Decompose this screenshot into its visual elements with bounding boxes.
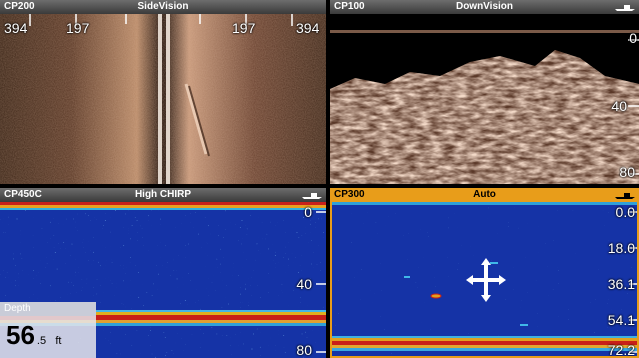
range-label-left-near: 197 [66, 20, 90, 36]
mode-label: Auto [473, 189, 496, 200]
pane-header: CP450C High CHIRP [0, 188, 326, 202]
crosshair-cursor-icon[interactable] [466, 258, 506, 302]
depth-integer: 56 [6, 320, 35, 350]
depth-scale-0: 0 [304, 204, 312, 220]
depth-databox[interactable]: Depth 56.5 ft [0, 302, 96, 358]
mode-label: SideVision [137, 1, 189, 12]
sidevision-pane[interactable]: CP200 SideVision 394 197 197 394 [0, 0, 326, 184]
auto-sonar-pane[interactable]: CP300 Auto 0.0 18.0 36.1 54.1 72.2 [330, 188, 639, 358]
depth-scale-80: 80 [619, 164, 635, 180]
depth-unit: ft [55, 335, 62, 347]
depth-decimal: .5 [36, 335, 47, 347]
depth-scale-72: 72.2 [607, 342, 635, 358]
depth-scale-0: 0.0 [615, 204, 635, 220]
depth-label: Depth [0, 302, 96, 316]
depth-scale-40: 40 [296, 276, 312, 292]
pane-header: CP100 DownVision [330, 0, 639, 14]
depth-scale-0: 0 [629, 30, 637, 46]
pane-header-active: CP300 Auto [330, 188, 639, 202]
depth-scale-36: 36.1 [607, 276, 635, 292]
sidevision-image: 394 197 197 394 [0, 14, 326, 184]
auto-sonar-image: 0.0 18.0 36.1 54.1 72.2 [330, 202, 639, 358]
range-label-right-far: 394 [296, 20, 320, 36]
boat-icon [615, 193, 635, 199]
boat-icon [302, 193, 322, 199]
chirp-sonar-image: 0 40 80 Depth 56.5 ft [0, 202, 326, 358]
mode-label: DownVision [455, 1, 514, 12]
range-label-right-near: 197 [232, 20, 256, 36]
fishfinder-screen: CP200 SideVision 394 197 197 394 CP100 D… [0, 0, 639, 358]
depth-scale-54: 54.1 [607, 312, 635, 328]
downvision-pane[interactable]: CP100 DownVision 0 40 80 [330, 0, 639, 184]
range-label-left-far: 394 [4, 20, 28, 36]
downvision-image: 0 40 80 [330, 14, 639, 184]
mode-label: High CHIRP [134, 189, 192, 200]
boat-icon [615, 5, 635, 11]
high-chirp-pane[interactable]: CP450C High CHIRP 0 40 80 Depth 56 .5 ft [0, 188, 326, 358]
pane-header: CP200 SideVision [0, 0, 326, 14]
depth-value: 56.5 ft [6, 320, 61, 351]
depth-scale-18: 18.0 [607, 240, 635, 256]
depth-scale-40: 40 [611, 98, 627, 114]
depth-scale-80: 80 [296, 342, 312, 358]
